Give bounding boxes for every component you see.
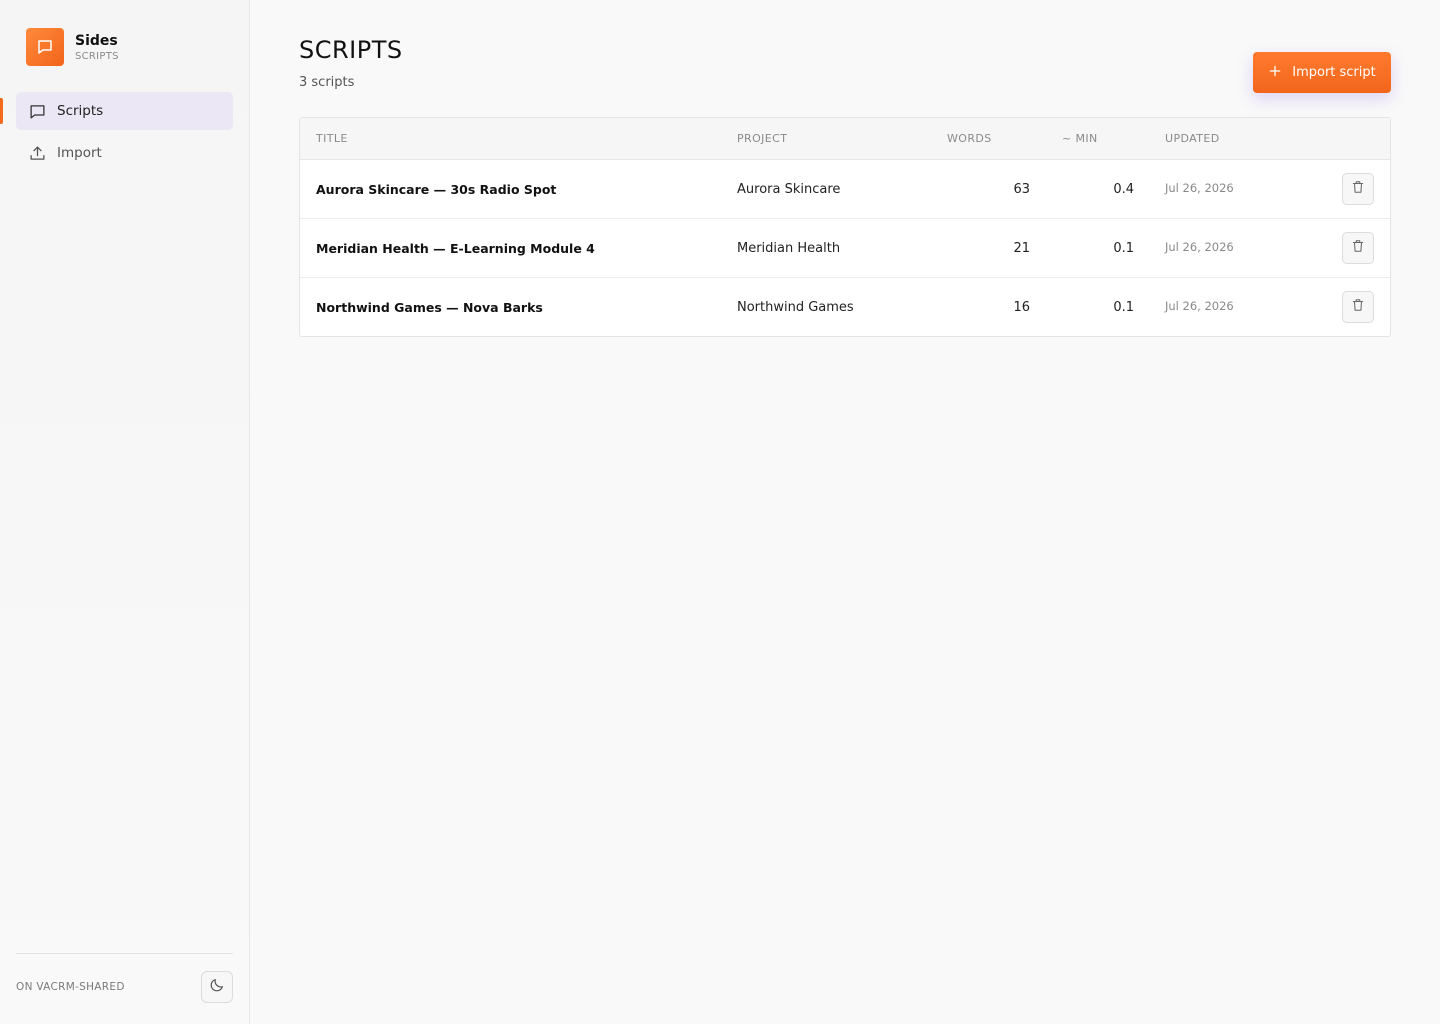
main-content: SCRIPTS 3 scripts Import script TITLE PR… — [250, 0, 1440, 1024]
script-title[interactable]: Meridian Health — E-Learning Module 4 — [316, 241, 595, 256]
app-section: SCRIPTS — [75, 50, 119, 62]
script-project: Aurora Skincare — [737, 182, 841, 197]
sidebar-item-import[interactable]: Import — [16, 134, 233, 172]
script-title[interactable]: Aurora Skincare — 30s Radio Spot — [316, 182, 556, 197]
app-name: Sides — [75, 32, 118, 49]
delete-button[interactable] — [1342, 291, 1374, 323]
workspace-label: ON VACRM-SHARED — [16, 981, 125, 993]
message-square-icon — [28, 102, 46, 120]
trash-icon — [1351, 180, 1365, 198]
script-minutes: 0.4 — [1113, 182, 1134, 197]
script-words: 21 — [1013, 241, 1030, 256]
script-words: 63 — [1013, 182, 1030, 197]
sidebar-nav: Scripts Import — [16, 92, 233, 176]
table-row[interactable]: Meridian Health — E-Learning Module 4 Me… — [300, 219, 1390, 278]
script-updated: Jul 26, 2026 — [1165, 299, 1234, 313]
sidebar-item-label: Scripts — [57, 103, 104, 119]
script-words: 16 — [1013, 300, 1030, 315]
plus-icon — [1268, 64, 1282, 82]
scripts-table: TITLE PROJECT WORDS ~ MIN UPDATED Aurora… — [299, 117, 1391, 337]
sidebar-item-scripts[interactable]: Scripts — [16, 92, 233, 130]
script-updated: Jul 26, 2026 — [1165, 181, 1234, 195]
script-project: Meridian Health — [737, 241, 841, 256]
script-minutes: 0.1 — [1113, 300, 1134, 315]
script-count: 3 scripts — [299, 75, 355, 90]
sidebar-footer: ON VACRM-SHARED — [16, 953, 233, 1024]
import-script-label: Import script — [1292, 65, 1376, 80]
sidebar-item-label: Import — [57, 145, 102, 161]
column-header-words[interactable]: WORDS — [947, 132, 992, 145]
theme-toggle-button[interactable] — [201, 971, 233, 1003]
brand[interactable]: Sides SCRIPTS — [26, 28, 119, 66]
script-title[interactable]: Northwind Games — Nova Barks — [316, 300, 543, 315]
import-script-button[interactable]: Import script — [1253, 52, 1391, 93]
message-square-icon — [26, 28, 64, 66]
sidebar: Sides SCRIPTS Scripts Import ON VACRM-SH… — [0, 0, 250, 1024]
script-project: Northwind Games — [737, 300, 854, 315]
column-header-updated[interactable]: UPDATED — [1165, 132, 1220, 145]
column-header-project[interactable]: PROJECT — [737, 132, 787, 145]
table-header: TITLE PROJECT WORDS ~ MIN UPDATED — [300, 118, 1390, 160]
column-header-min[interactable]: ~ MIN — [1062, 132, 1098, 145]
table-row[interactable]: Northwind Games — Nova Barks Northwind G… — [300, 278, 1390, 336]
trash-icon — [1351, 239, 1365, 257]
active-indicator — [0, 98, 3, 124]
script-minutes: 0.1 — [1113, 241, 1134, 256]
moon-icon — [209, 977, 225, 997]
delete-button[interactable] — [1342, 173, 1374, 205]
script-updated: Jul 26, 2026 — [1165, 240, 1234, 254]
table-row[interactable]: Aurora Skincare — 30s Radio Spot Aurora … — [300, 160, 1390, 219]
column-header-title[interactable]: TITLE — [316, 132, 348, 145]
page-title: SCRIPTS — [299, 36, 403, 64]
upload-icon — [28, 144, 46, 162]
trash-icon — [1351, 298, 1365, 316]
delete-button[interactable] — [1342, 232, 1374, 264]
